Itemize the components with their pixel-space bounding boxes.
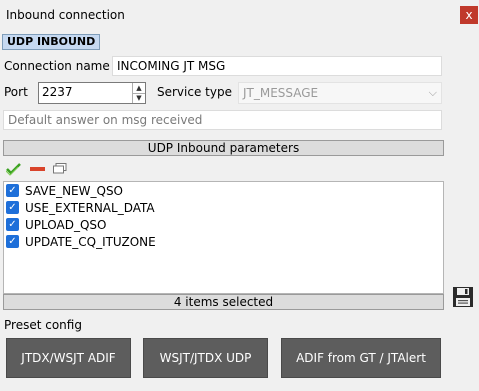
checkbox-checked-icon[interactable]: ✓: [6, 201, 19, 214]
selection-status: 4 items selected: [3, 294, 444, 310]
close-button[interactable]: x: [460, 6, 478, 24]
parameters-header: UDP Inbound parameters: [3, 140, 444, 156]
default-answer-placeholder: Default answer on msg received: [8, 113, 203, 127]
port-spinner-arrows[interactable]: ▲ ▼: [132, 83, 145, 103]
preset-config-label: Preset config: [4, 318, 82, 332]
service-type-select[interactable]: JT_MESSAGE ⌵: [238, 82, 442, 104]
section-label: UDP INBOUND: [2, 34, 101, 50]
list-item[interactable]: ✓ SAVE_NEW_QSO: [6, 183, 123, 199]
connection-name-field[interactable]: INCOMING JT MSG: [112, 56, 442, 76]
preset-adif-gt-jtalert-button[interactable]: ADIF from GT / JTAlert: [281, 338, 441, 378]
close-icon: x: [465, 8, 473, 22]
checkmark-icon[interactable]: [6, 162, 22, 176]
service-type-label: Service type: [157, 85, 232, 99]
spin-down-icon[interactable]: ▼: [133, 93, 145, 103]
parameters-toolbar: [6, 161, 76, 177]
list-item-label: SAVE_NEW_QSO: [25, 184, 124, 198]
save-button[interactable]: [451, 285, 475, 309]
window-icon[interactable]: [53, 163, 67, 174]
remove-icon[interactable]: [30, 165, 46, 173]
checkbox-checked-icon[interactable]: ✓: [6, 235, 19, 248]
port-value: 2237: [42, 85, 73, 99]
list-item[interactable]: ✓ UPLOAD_QSO: [6, 217, 106, 233]
parameters-list[interactable]: ✓ SAVE_NEW_QSO ✓ USE_EXTERNAL_DATA ✓ UPLOAD…: [3, 181, 444, 294]
list-item-label: UPLOAD_QSO: [25, 218, 107, 232]
list-item[interactable]: ✓ UPDATE_CQ_ITUZONE: [6, 234, 156, 250]
list-item-label: USE_EXTERNAL_DATA: [25, 201, 155, 215]
window-title: Inbound connection: [6, 8, 125, 22]
list-item-label: UPDATE_CQ_ITUZONE: [25, 235, 156, 249]
preset-jtdx-wsjt-adif-button[interactable]: JTDX/WSJT ADIF: [6, 338, 131, 378]
connection-name-label: Connection name: [4, 59, 110, 73]
floppy-disk-icon: [453, 287, 473, 307]
default-answer-field[interactable]: Default answer on msg received: [3, 110, 442, 130]
list-item[interactable]: ✓ USE_EXTERNAL_DATA: [6, 200, 155, 216]
service-type-value: JT_MESSAGE: [243, 86, 319, 100]
checkbox-checked-icon[interactable]: ✓: [6, 218, 19, 231]
chevron-down-icon: ⌵: [428, 86, 437, 99]
port-label: Port: [4, 85, 28, 99]
checkbox-checked-icon[interactable]: ✓: [6, 184, 19, 197]
preset-wsjt-jtdx-udp-button[interactable]: WSJT/JTDX UDP: [143, 338, 268, 378]
port-spinner[interactable]: 2237 ▲ ▼: [38, 82, 146, 104]
